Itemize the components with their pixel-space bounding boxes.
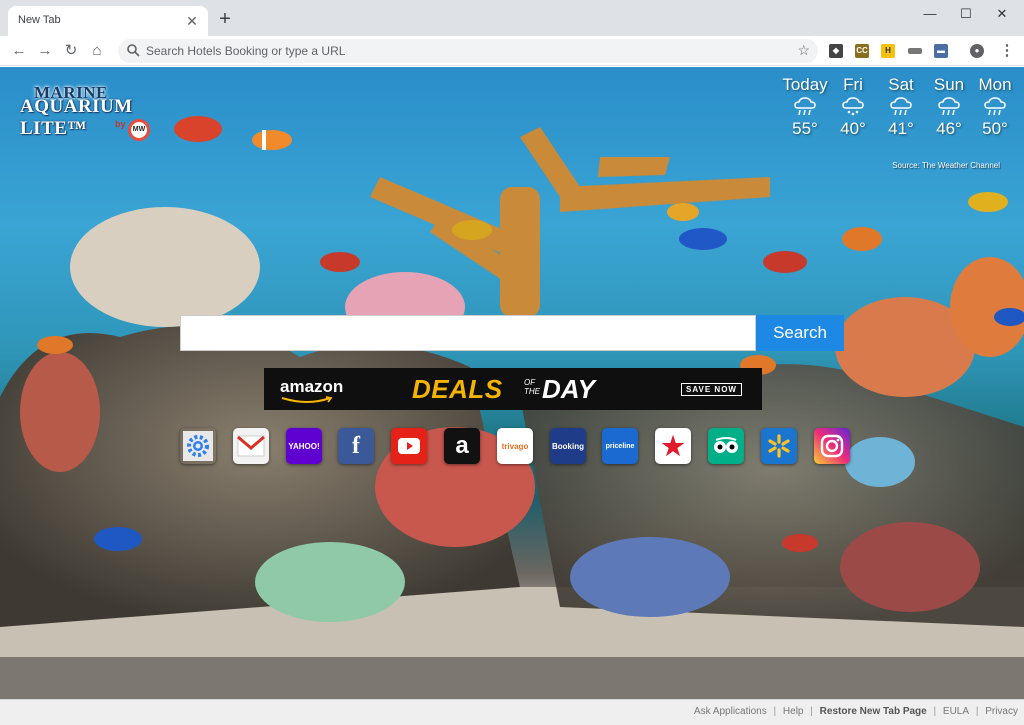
instagram-icon[interactable]	[814, 428, 850, 464]
forward-arrow-icon[interactable]: →	[34, 40, 56, 62]
extension-bar-icon[interactable]	[908, 48, 922, 54]
marine-aquarium-logo: MARINE AQUARIUM LITE™ by MW	[20, 83, 160, 141]
weather-day-temp: 40°	[840, 119, 866, 138]
banner-day: DAY	[542, 374, 595, 404]
extension-diamond-icon[interactable]: ◆	[829, 44, 843, 58]
weather-day: Sat 41°	[876, 75, 926, 139]
weather-day-name: Sat	[888, 75, 914, 94]
tab-new-tab[interactable]: New Tab ✕	[8, 6, 208, 36]
facebook-icon[interactable]: f	[338, 428, 374, 464]
weather-day-temp: 50°	[982, 119, 1008, 138]
weather-day: Fri 40°	[828, 75, 878, 139]
search-button[interactable]: Search	[756, 315, 844, 351]
trivago-icon[interactable]: trivago	[497, 428, 533, 464]
weather-widget[interactable]: Today 55° Fri 40° Sat 41° Sun 46° Mon 50…	[780, 75, 1020, 171]
footer-separator: |	[933, 706, 937, 717]
footer-separator: |	[773, 706, 777, 717]
ask-applications-link[interactable]: Ask Applications	[694, 706, 767, 717]
tripadvisor-icon[interactable]	[708, 428, 744, 464]
walmart-icon[interactable]	[761, 428, 797, 464]
footer-separator: |	[810, 706, 813, 717]
weather-day-name: Today	[782, 75, 828, 94]
browser-toolbar: ← → ↻ ⌂ ☆ ◆ CC H ▬ ● ⋮	[0, 36, 1024, 66]
profile-avatar-icon[interactable]: ●	[970, 44, 984, 58]
rain-cloud-icon	[938, 97, 960, 116]
extension-cc-icon[interactable]: CC	[855, 44, 869, 58]
bookmark-star-icon[interactable]: ☆	[797, 42, 810, 59]
booking-icon[interactable]: Booking	[550, 428, 586, 464]
extension-aquarium-icon[interactable]: ▬	[934, 44, 948, 58]
banner-of-the: OF THE	[524, 378, 540, 396]
weather-day-name: Sun	[933, 75, 965, 94]
snow-cloud-icon	[842, 97, 864, 116]
back-arrow-icon[interactable]: ←	[8, 40, 30, 62]
logo-badge: MW	[128, 119, 150, 141]
eula-link[interactable]: EULA	[943, 706, 969, 717]
banner-deals: DEALS	[412, 374, 503, 404]
rain-cloud-icon	[890, 97, 912, 116]
minimize-icon[interactable]: —	[918, 4, 942, 24]
aquarium-new-tab-page: MARINE AQUARIUM LITE™ by MW Today 55° Fr…	[0, 67, 1024, 699]
rain-cloud-icon	[984, 97, 1006, 116]
logo-by: by	[115, 119, 126, 129]
tab-title: New Tab	[18, 14, 61, 26]
page-footer: Ask Applications | Help | Restore New Ta…	[0, 699, 1024, 725]
restore-new-tab-link[interactable]: Restore New Tab Page	[820, 706, 927, 717]
extension-h-icon[interactable]: H	[881, 44, 895, 58]
footer-links: Ask Applications | Help | Restore New Ta…	[694, 706, 1018, 717]
privacy-link[interactable]: Privacy	[985, 706, 1018, 717]
weather-source: Source: The Weather Channel	[892, 161, 1000, 170]
weather-day-temp: 46°	[936, 119, 962, 138]
weather-day-temp: 55°	[792, 119, 818, 138]
gear-icon[interactable]	[180, 428, 216, 464]
window-close-icon[interactable]: ✕	[990, 4, 1014, 24]
tab-strip: New Tab ✕ + — ☐ ✕	[0, 0, 1024, 36]
close-tab-icon[interactable]: ✕	[184, 13, 200, 29]
macys-star-icon[interactable]: ★	[655, 428, 691, 464]
maximize-icon[interactable]: ☐	[954, 4, 978, 24]
amazon-smile-icon	[281, 396, 333, 403]
save-now-button[interactable]: SAVE NOW	[681, 383, 742, 396]
omnibox[interactable]: ☆	[118, 39, 818, 63]
weather-day: Today 55°	[780, 75, 830, 139]
banner-brand: amazon	[280, 377, 344, 396]
new-tab-button[interactable]: +	[214, 9, 236, 31]
weather-day-temp: 41°	[888, 119, 914, 138]
gmail-icon[interactable]	[233, 428, 269, 464]
shortcut-bar: YAHOO! f a trivago Booking priceline ★	[180, 428, 852, 466]
weather-day: Sun 46°	[924, 75, 974, 139]
address-bar-input[interactable]	[146, 39, 786, 63]
weather-day-name: Fri	[843, 75, 863, 94]
rain-cloud-icon	[794, 97, 816, 116]
search-icon	[127, 44, 140, 57]
search-input[interactable]	[180, 315, 756, 351]
yahoo-icon[interactable]: YAHOO!	[286, 428, 322, 464]
youtube-icon[interactable]	[391, 428, 427, 464]
footer-separator: |	[975, 706, 979, 717]
weather-day-name: Mon	[978, 75, 1012, 94]
amazon-deals-banner[interactable]: amazon DEALS OF THE DAY SAVE NOW	[264, 368, 762, 410]
menu-dots-icon[interactable]: ⋮	[996, 40, 1018, 62]
weather-day: Mon 50°	[970, 75, 1020, 139]
priceline-icon[interactable]: priceline	[602, 428, 638, 464]
reload-icon[interactable]: ↻	[60, 40, 82, 62]
home-icon[interactable]: ⌂	[86, 40, 108, 62]
amazon-icon[interactable]: a	[444, 428, 480, 464]
help-link[interactable]: Help	[783, 706, 804, 717]
